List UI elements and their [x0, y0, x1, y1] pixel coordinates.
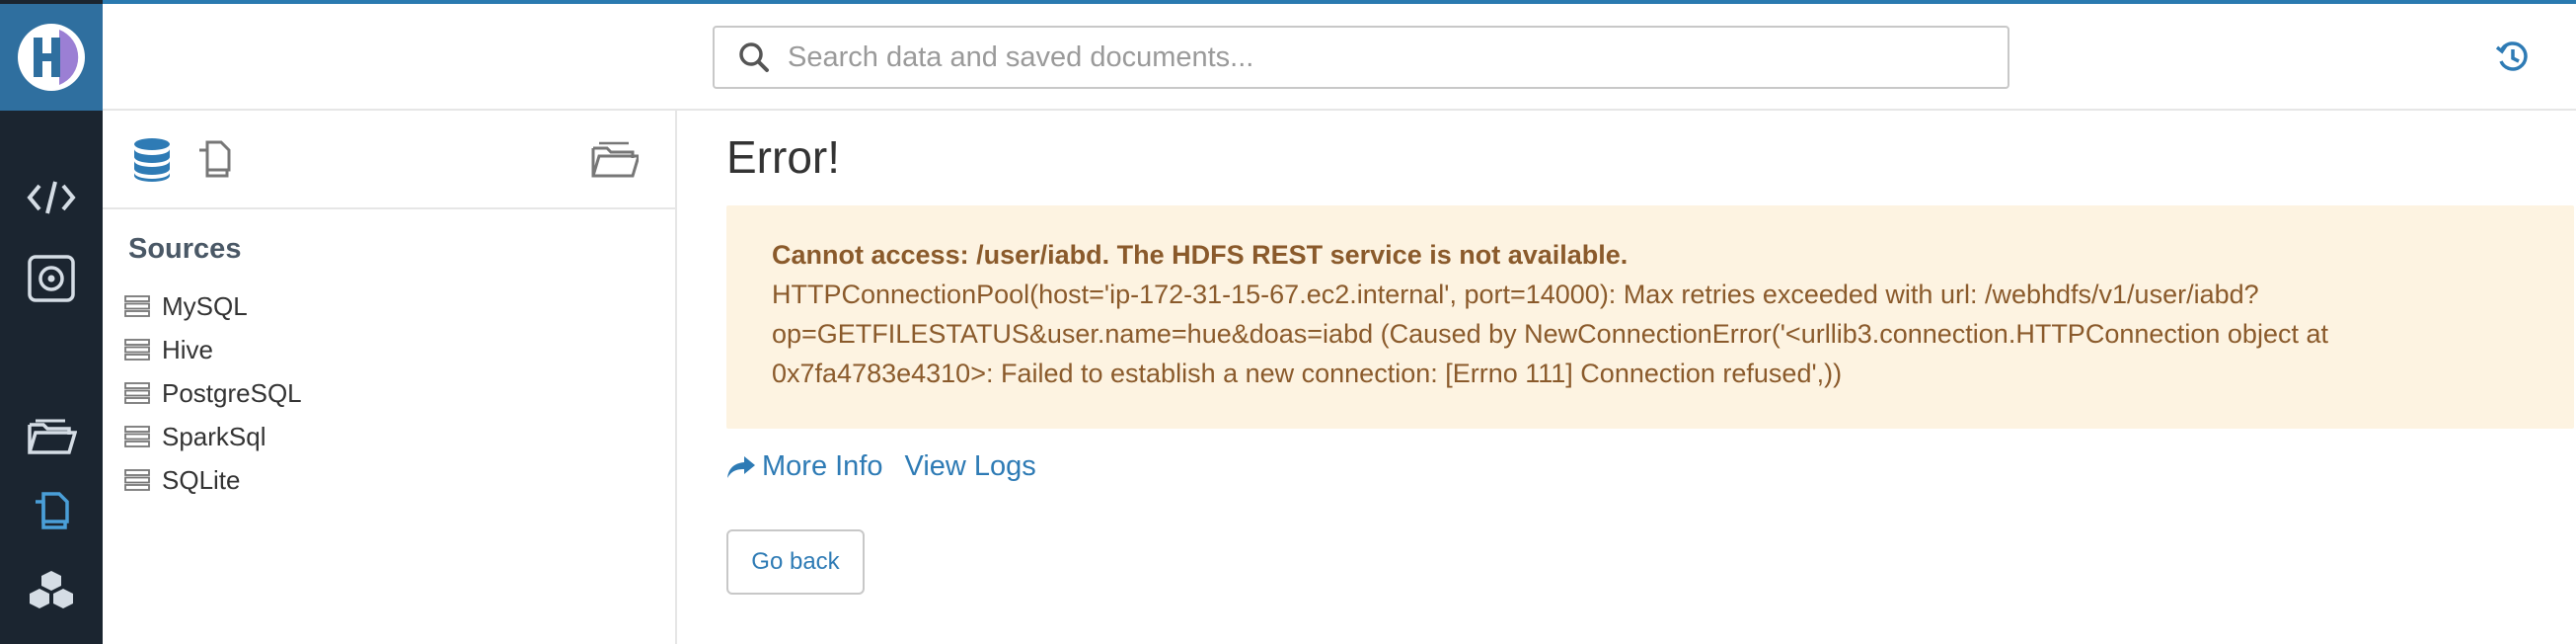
- sources-heading: Sources: [128, 233, 242, 265]
- search-icon: [739, 42, 769, 72]
- folder-open-icon: [28, 419, 77, 454]
- tab-files[interactable]: [586, 132, 642, 188]
- share-icon: [727, 455, 755, 478]
- search-input[interactable]: [788, 40, 1972, 74]
- view-logs-label: View Logs: [904, 450, 1036, 482]
- error-message: Cannot access: /user/iabd. The HDFS REST…: [772, 240, 1629, 270]
- source-label: MySQL: [162, 290, 248, 321]
- source-label: PostgreSQL: [162, 377, 302, 408]
- left-navigation-rail: [0, 0, 103, 644]
- code-editor-icon: [27, 181, 76, 214]
- dashboard-icon: [28, 255, 75, 302]
- documents-icon: [199, 140, 231, 178]
- assist-panel: Sources MySQL Hive PostgreSQL SparkSql S…: [103, 111, 677, 644]
- source-item-postgresql[interactable]: PostgreSQL: [124, 371, 302, 415]
- hue-logo[interactable]: [0, 4, 103, 111]
- main-content: Error! Cannot access: /user/iabd. The HD…: [679, 111, 2576, 644]
- cubes-icon: [30, 571, 73, 608]
- server-icon: [124, 469, 150, 491]
- source-label: SQLite: [162, 464, 241, 495]
- source-item-mysql[interactable]: MySQL: [124, 284, 302, 328]
- server-icon: [124, 382, 150, 404]
- global-search[interactable]: [713, 26, 2009, 89]
- rail-item-documents[interactable]: [22, 482, 81, 541]
- server-icon: [124, 339, 150, 361]
- documents-icon: [36, 492, 69, 529]
- server-icon: [124, 426, 150, 447]
- go-back-button[interactable]: Go back: [726, 529, 865, 595]
- top-header: [103, 4, 2576, 111]
- page-title: Error!: [726, 131, 840, 183]
- tab-sql-sources[interactable]: [124, 132, 180, 188]
- source-item-hive[interactable]: Hive: [124, 328, 302, 371]
- source-label: Hive: [162, 334, 214, 364]
- folder-open-icon: [591, 141, 639, 178]
- source-item-sqlite[interactable]: SQLite: [124, 458, 302, 502]
- database-icon: [134, 138, 170, 182]
- assist-panel-tabs: [103, 111, 675, 209]
- server-icon: [124, 295, 150, 317]
- hue-logo-icon: [18, 24, 85, 91]
- more-info-link[interactable]: More Info: [726, 450, 883, 483]
- rail-item-components[interactable]: [22, 561, 81, 620]
- source-label: SparkSql: [162, 421, 266, 451]
- rail-item-editor[interactable]: [22, 168, 81, 227]
- history-icon: [2495, 41, 2528, 71]
- sources-list: MySQL Hive PostgreSQL SparkSql SQLite: [124, 284, 302, 502]
- error-actions: More Info View Logs: [726, 450, 1036, 483]
- history-button[interactable]: [2493, 38, 2533, 77]
- view-logs-link[interactable]: View Logs: [905, 450, 1036, 483]
- error-detail: HTTPConnectionPool(host='ip-172-31-15-67…: [772, 280, 2328, 388]
- source-item-sparksql[interactable]: SparkSql: [124, 415, 302, 458]
- rail-item-dashboard[interactable]: [22, 249, 81, 308]
- error-alert: Cannot access: /user/iabd. The HDFS REST…: [726, 205, 2574, 429]
- rail-item-files[interactable]: [22, 407, 81, 466]
- tab-documents[interactable]: [186, 132, 241, 188]
- more-info-label: More Info: [762, 450, 883, 482]
